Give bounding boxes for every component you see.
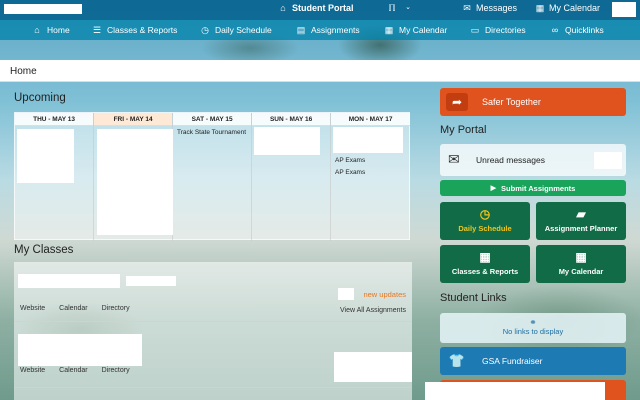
calendar-event[interactable]: AP Exams xyxy=(331,156,369,166)
redacted-box xyxy=(18,274,120,288)
nav-classes-reports[interactable]: ☰ Classes & Reports xyxy=(92,25,177,35)
nav-assignments[interactable]: ▤ Assignments xyxy=(296,25,360,35)
book-icon: ▤ xyxy=(296,25,306,35)
calendar-day-header: THU - MAY 13 xyxy=(15,113,94,126)
main-nav: ⌂ Home ☰ Classes & Reports ◷ Daily Sched… xyxy=(0,20,640,40)
redacted-box xyxy=(4,4,82,14)
calendar-day-header: SAT - MAY 15 xyxy=(173,113,252,126)
redacted-box xyxy=(18,334,142,366)
safer-together-button[interactable]: ➦ Safer Together xyxy=(440,88,626,116)
redacted-box xyxy=(338,288,354,300)
calendar-day[interactable]: SUN - MAY 16 xyxy=(252,113,332,241)
breadcrumb-bar: Home xyxy=(0,60,640,82)
nav-my-calendar[interactable]: ▦ My Calendar xyxy=(384,25,447,35)
messages-link[interactable]: ✉ Messages xyxy=(462,3,517,13)
redacted-box xyxy=(97,129,173,235)
school-logo-dropdown[interactable]: ℿ ⌄ xyxy=(384,3,413,13)
envelope-icon: ✉ xyxy=(448,151,460,167)
home-icon: ⌂ xyxy=(34,25,40,35)
list-icon: ☰ xyxy=(92,25,102,35)
redacted-box xyxy=(254,127,320,155)
breadcrumb: Home xyxy=(10,66,37,77)
calendar-day[interactable]: FRI - MAY 14 xyxy=(94,113,174,241)
calendar-event[interactable]: AP Exams xyxy=(331,168,369,178)
my-portal-heading: My Portal xyxy=(440,124,487,136)
class-card[interactable]: Website Calendar Directory new updates V… xyxy=(14,262,412,322)
calendar-day[interactable]: THU - MAY 13 xyxy=(15,113,95,241)
my-classes-heading: My Classes xyxy=(14,244,74,256)
class-calendar-link[interactable]: Calendar xyxy=(59,367,87,374)
clock-icon: ◷ xyxy=(479,207,491,221)
chevron-down-icon: ⌄ xyxy=(405,4,411,11)
top-bar: ⌂ Student Portal ℿ ⌄ ✉ Messages ▦ My Cal… xyxy=(0,0,640,20)
class-card[interactable]: Website Calendar Directory xyxy=(14,328,412,388)
class-links: Website Calendar Directory xyxy=(20,367,130,374)
view-all-assignments-link[interactable]: View All Assignments xyxy=(340,307,406,314)
my-calendar-link[interactable]: ▦ My Calendar xyxy=(535,3,600,13)
user-avatar[interactable] xyxy=(612,2,636,17)
class-list: Website Calendar Directory new updates V… xyxy=(14,262,412,400)
my-calendar-tile[interactable]: ▦ My Calendar xyxy=(536,245,626,283)
class-directory-link[interactable]: Directory xyxy=(102,367,130,374)
clock-icon: ◷ xyxy=(201,25,209,35)
bookmark-icon: ▰ xyxy=(576,207,586,221)
home-icon: ⌂ xyxy=(280,3,286,13)
classes-reports-tile[interactable]: ▦ Classes & Reports xyxy=(440,245,530,283)
calendar-day-header: SUN - MAY 16 xyxy=(252,113,331,126)
envelope-icon: ✉ xyxy=(463,3,471,13)
grid-icon: ▦ xyxy=(479,250,491,264)
logo-icon: ℿ xyxy=(388,3,396,13)
nav-quicklinks[interactable]: ∞ Quicklinks xyxy=(550,25,604,35)
gsa-fundraiser-button[interactable]: 👕 GSA Fundraiser xyxy=(440,347,626,375)
redacted-box xyxy=(334,352,412,382)
share-arrow-icon: ➦ xyxy=(446,93,468,111)
nav-home[interactable]: ⌂ Home xyxy=(32,25,69,35)
calendar-event[interactable]: Track State Tournament xyxy=(173,128,251,138)
submit-assignments-button[interactable]: ▶ Submit Assignments xyxy=(440,180,626,196)
calendar-icon: ▦ xyxy=(535,3,545,13)
upcoming-heading: Upcoming xyxy=(14,92,66,104)
assignment-planner-tile[interactable]: ▰ Assignment Planner xyxy=(536,202,626,240)
redacted-box xyxy=(594,152,622,169)
nav-daily-schedule[interactable]: ◷ Daily Schedule xyxy=(200,25,272,35)
student-portal-link[interactable]: ⌂ Student Portal xyxy=(278,3,353,13)
daily-schedule-tile[interactable]: ◷ Daily Schedule xyxy=(440,202,530,240)
calendar-day[interactable]: MON - MAY 17 AP Exams AP Exams xyxy=(331,113,411,241)
calendar-day[interactable]: SAT - MAY 15 Track State Tournament xyxy=(173,113,253,241)
redacted-box xyxy=(425,382,605,400)
redacted-box xyxy=(126,276,176,286)
calendar-icon: ▦ xyxy=(384,25,394,35)
unread-messages-tile[interactable]: ✉ Unread messages xyxy=(440,144,626,176)
calendar-day-header: MON - MAY 17 xyxy=(331,113,411,126)
upcoming-calendar: THU - MAY 13 FRI - MAY 14 SAT - MAY 15 T… xyxy=(14,112,411,241)
no-links-panel: ⚭ No links to display xyxy=(440,313,626,343)
class-website-link[interactable]: Website xyxy=(20,305,45,312)
class-links: Website Calendar Directory xyxy=(20,305,130,312)
class-website-link[interactable]: Website xyxy=(20,367,45,374)
student-links-heading: Student Links xyxy=(440,292,507,304)
id-card-icon: ▭ xyxy=(470,25,480,35)
redacted-box xyxy=(333,127,403,153)
calendar-icon: ▦ xyxy=(575,250,587,264)
tshirt-icon: 👕 xyxy=(448,353,466,368)
class-calendar-link[interactable]: Calendar xyxy=(59,305,87,312)
nav-directories[interactable]: ▭ Directories xyxy=(470,25,526,35)
redacted-box xyxy=(17,129,74,183)
calendar-day-header: FRI - MAY 14 xyxy=(94,113,173,126)
class-directory-link[interactable]: Directory xyxy=(102,305,130,312)
link-icon: ∞ xyxy=(551,25,559,35)
link-icon: ⚭ xyxy=(529,317,537,327)
play-icon: ▶ xyxy=(490,185,497,192)
new-updates-link[interactable]: new updates xyxy=(363,290,406,299)
